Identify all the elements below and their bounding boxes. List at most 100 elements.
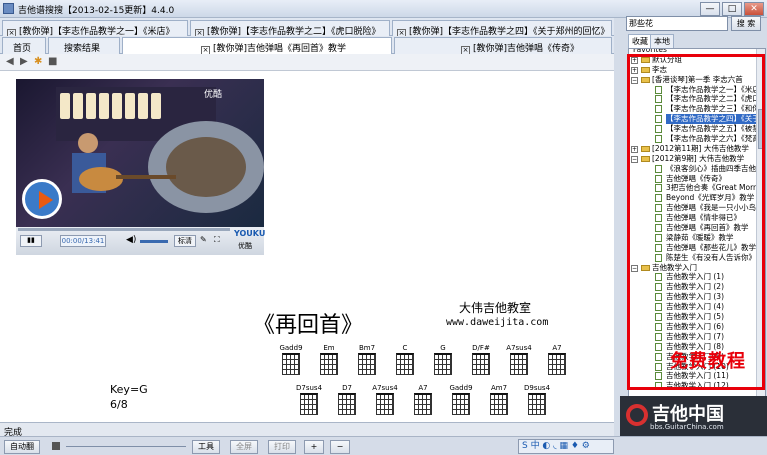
video-frame[interactable]: 优酷 [16,79,264,227]
close-tab-icon[interactable]: × [195,29,204,36]
chord-name: Em [323,344,335,352]
settings-icon[interactable]: ✎ [200,235,207,244]
search-input[interactable] [626,16,728,31]
scrollbar-thumb[interactable] [758,109,764,149]
chord-diagram: Bm7 [354,344,380,375]
tab-current-lesson[interactable]: × [教你弹]吉他弹唱《再回首》教学 [122,37,392,54]
chord-fretboard [510,353,528,375]
tree-item[interactable]: 吉他教学入门 (4) [629,302,765,312]
collapse-icon[interactable]: − [631,76,638,84]
tree-item[interactable]: 吉他教学入门 (12) [629,381,765,391]
stop-icon[interactable] [52,442,60,450]
tree-folder[interactable]: + 默认分组 [629,55,765,65]
search-button[interactable]: 搜 索 [731,16,761,31]
tab-favorites[interactable]: 收藏 [628,34,652,48]
tree-item[interactable]: 吉他弹唱《那些花儿》教学 [629,243,765,253]
tab-local[interactable]: 本地 [650,34,674,48]
tree-folder[interactable]: + 李志 [629,65,765,75]
top-tab-2[interactable]: × [教你弹]【李志作品教学之二】《虎口脱险》 [190,20,390,36]
time-signature: 6/8 [110,398,128,411]
close-tab-icon[interactable]: × [7,29,16,36]
expand-icon[interactable]: + [631,145,638,153]
volume-icon[interactable]: ◀) [126,235,136,245]
tab-search-results[interactable]: 搜索结果 [48,37,120,54]
player-controls: ▮▮ 00:00/13:41 ◀) 标清 ✎ ⛶ YOUKU 优酷 [16,227,265,255]
chord-fretboard [414,393,432,415]
stop-icon[interactable]: ■ [48,57,58,67]
forward-arrow-icon[interactable]: ▶ [20,57,30,67]
play-button[interactable] [22,179,62,219]
close-button[interactable]: ✕ [744,2,764,16]
print-button[interactable]: 打印 [268,440,296,454]
tree-item[interactable]: 【李志作品教学之四】《关于郑州的回忆》 [629,114,765,125]
tree-folder[interactable]: − 吉他教学入门 [629,263,765,273]
tree-item[interactable]: 【李志作品教学之一】《米店》 [629,85,765,95]
tree-item[interactable]: 吉他教学入门 (6) [629,321,765,332]
speed-slider[interactable] [66,446,186,447]
quality-button[interactable]: 标清 [174,235,196,247]
progress-bar[interactable] [18,228,230,231]
volume-slider[interactable] [140,240,168,243]
top-tab-1[interactable]: × [教你弹]【李志作品教学之一】《米店》 [2,20,188,36]
tree-label: 【李志作品教学之三】《和你在一起》 [666,104,765,114]
tree-item[interactable]: 吉他教学入门 (1) [629,272,765,282]
collapse-icon[interactable]: − [631,264,638,272]
auto-scroll-button[interactable]: 自动翻 [4,440,40,454]
chord-name: A7sus4 [506,344,532,352]
tree-label: 吉他教学入门 (1) [666,272,725,282]
close-tab-icon[interactable]: × [201,46,210,54]
top-tab-3[interactable]: × [教你弹]【李志作品教学之四】《关于郑州的回忆》 [392,20,612,36]
tree-folder[interactable]: − [2012第9期] 大伟吉他教学 [629,154,765,164]
tree-item[interactable]: 3把吉他合奏《Great Morning》 [629,183,765,193]
tree-item[interactable]: 【李志作品教学之五】《被禁忌的游戏》 [629,124,765,134]
close-tab-icon[interactable]: × [397,29,406,36]
tree-item[interactable]: 【李志作品教学之二】《虎口脱险》 [629,94,765,104]
chord-fretboard [548,353,566,375]
zoom-out-button[interactable]: − [330,440,350,454]
right-pane: 搜 索 收藏 本地 Favorites+默认分组+李志−[香港谈琴]第一季 李志… [616,16,767,436]
expand-icon[interactable]: + [631,66,638,74]
tree-label: 吉他教学入门 (6) [666,321,725,331]
chord-fretboard [434,353,452,375]
tree-item[interactable]: 【李志作品教学之三】《和你在一起》 [629,104,765,114]
expand-icon[interactable]: + [631,56,638,64]
tree-label: 【李志作品教学之二】《虎口脱险》 [666,94,765,104]
tree-item[interactable]: Beyond《光辉岁月》教学 [629,193,765,203]
tree-folder[interactable]: + [2012第11期] 大伟吉他教学 [629,144,765,154]
tree-item[interactable]: 吉他教学入门 (2) [629,282,765,292]
tree-scrollbar[interactable] [756,49,765,407]
tools-button[interactable]: 工具 [192,440,220,454]
ime-toolbar[interactable]: S 中 ◐ ◟ ▦ ♦ ⚙ [518,439,614,454]
collapse-icon[interactable]: − [631,155,638,163]
tree-item[interactable]: 吉他教学入门 (3) [629,292,765,302]
window-title: 吉他谱搜搜【2013-02-15更新】4.4.0 [18,6,175,16]
zoom-in-button[interactable]: + [304,440,324,454]
back-arrow-icon[interactable]: ◀ [6,57,16,67]
tree-root[interactable]: Favorites [629,49,765,55]
tree-item[interactable]: 吉他弹唱《传奇》 [629,174,765,184]
tab-legend-lesson[interactable]: × [教你弹]吉他弹唱《传奇》 [394,37,612,54]
tree-item[interactable]: 吉他弹唱《我是一只小小鸟》 [629,203,765,213]
tree-item[interactable]: 【李志作品教学之六】《梵高先生》 [629,134,765,144]
main-content: 优酷 ▮▮ 00:00/13:41 ◀) 标清 ✎ ⛶ YOUKU 优酷 《再回… [0,70,614,422]
pause-button[interactable]: ▮▮ [20,235,42,247]
video-player[interactable]: 优酷 ▮▮ 00:00/13:41 ◀) 标清 ✎ ⛶ YOUKU 优酷 [16,79,265,255]
fullscreen-button[interactable]: 全屏 [230,440,258,454]
tree-item[interactable]: 吉他教学入门 (7) [629,332,765,342]
tree-folder[interactable]: − [香港谈琴]第一季 李志六首 [629,75,765,85]
chord-diagram: D/F# [468,344,494,375]
close-tab-icon[interactable]: × [461,46,470,54]
tab-home[interactable]: 首页 [2,37,46,54]
tree-item[interactable]: 吉他教学入门 (5) [629,312,765,322]
document-icon [655,342,662,351]
chord-fretboard [338,393,356,415]
tree-item[interactable]: 吉他弹唱《再回首》教学 [629,223,765,233]
maximize-button[interactable]: □ [722,2,742,16]
tree-item[interactable]: 梁静茹《暖暖》教学 [629,233,765,243]
refresh-icon[interactable]: ✱ [34,57,44,67]
tree-item[interactable]: 《浪客剑心》插曲四季吉他独奏 [629,164,765,174]
tree-item[interactable]: 陈楚生《有没有人告诉你》 [629,253,765,263]
fullscreen-icon[interactable]: ⛶ [214,235,220,245]
tree-item[interactable]: 吉他弹唱《情非得已》 [629,213,765,223]
minimize-button[interactable]: — [700,2,720,16]
